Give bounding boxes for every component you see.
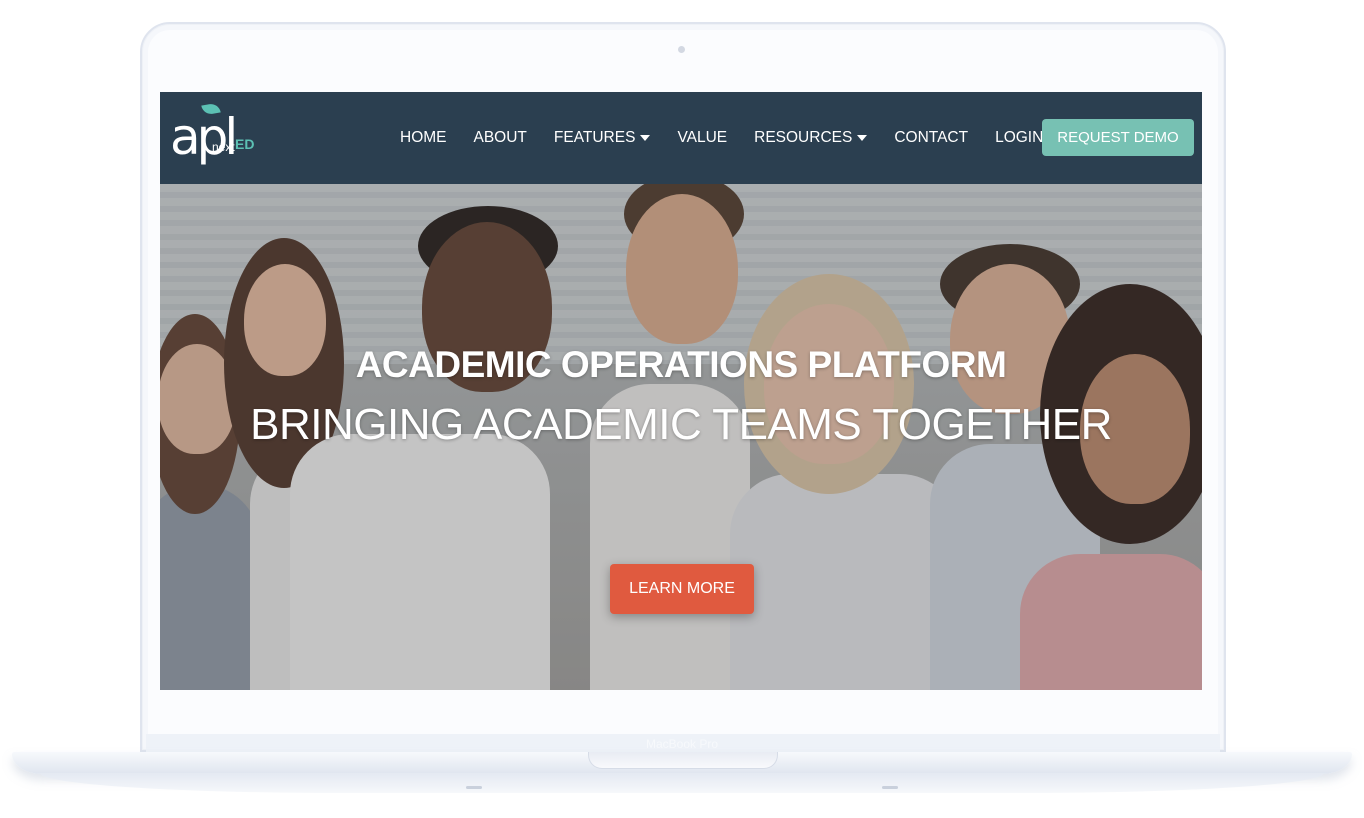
caret-down-icon — [857, 135, 868, 141]
nav-item-features[interactable]: FEATURES — [554, 129, 651, 147]
laptop-foot — [466, 786, 482, 789]
logo-accent-text: ED — [235, 136, 255, 152]
site-logo[interactable]: apl next ED — [168, 100, 260, 178]
nav-item-contact[interactable]: CONTACT — [894, 129, 968, 147]
nav-item-about[interactable]: ABOUT — [474, 129, 527, 147]
device-model-label: MacBook Pro — [645, 737, 719, 751]
caret-down-icon — [640, 135, 651, 141]
hero-section: ACADEMIC OPERATIONS PLATFORM BRINGING AC… — [160, 184, 1202, 690]
hero-subtitle: BRINGING ACADEMIC TEAMS TOGETHER — [250, 400, 1112, 449]
logo-sub-text: next — [212, 140, 235, 154]
nav-item-home[interactable]: HOME — [400, 129, 447, 147]
nav-item-label: ABOUT — [473, 129, 527, 146]
hero-title: ACADEMIC OPERATIONS PLATFORM — [355, 344, 1007, 385]
request-demo-button[interactable]: REQUEST DEMO — [1042, 119, 1194, 156]
nav-item-label: LOGIN — [995, 129, 1044, 146]
nav-menu: HOME ABOUT FEATURES VALUE RESOURCES CONT… — [400, 118, 1085, 158]
laptop-foot — [882, 786, 898, 789]
laptop-mockup: apl next ED HOME ABOUT FEATURES VALUE RE… — [0, 0, 1364, 818]
laptop-notch — [588, 752, 778, 769]
nav-item-label: VALUE — [677, 129, 728, 146]
site-navbar: apl next ED HOME ABOUT FEATURES VALUE RE… — [160, 92, 1202, 184]
nav-item-value[interactable]: VALUE — [677, 129, 727, 147]
learn-more-button[interactable]: LEARN MORE — [610, 564, 754, 614]
nav-item-label: CONTACT — [894, 129, 969, 146]
nav-item-label: FEATURES — [553, 129, 636, 146]
camera-icon — [678, 46, 685, 53]
logo-main-text: apl — [170, 108, 238, 166]
nav-item-label: HOME — [400, 129, 447, 146]
nav-item-resources[interactable]: RESOURCES — [754, 129, 868, 147]
laptop-base-lip — [40, 773, 1324, 793]
browser-screen: apl next ED HOME ABOUT FEATURES VALUE RE… — [160, 92, 1202, 690]
nav-item-label: RESOURCES — [754, 129, 853, 146]
